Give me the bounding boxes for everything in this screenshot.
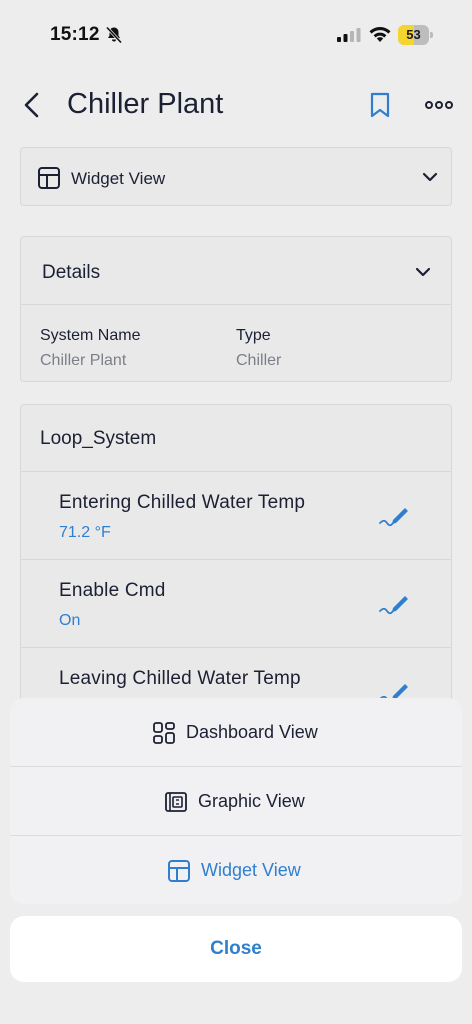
point-name: Leaving Chilled Water Temp (59, 668, 301, 689)
system-name-value: Chiller Plant (40, 352, 127, 369)
bell-muted-icon (105, 26, 123, 44)
type-value: Chiller (236, 352, 282, 369)
view-action-sheet: Dashboard View Graphic View Widget View (10, 698, 462, 904)
widget-view-option[interactable]: Widget View (10, 836, 462, 904)
dashboard-icon (153, 721, 175, 744)
point-row[interactable]: Entering Chilled Water Temp 71.2 °F (21, 472, 451, 560)
graphic-view-option[interactable]: Graphic View (10, 767, 462, 836)
bookmark-icon[interactable] (366, 90, 394, 120)
back-icon[interactable] (16, 88, 46, 122)
point-value: 71.2 °F (59, 524, 111, 541)
widget-icon (38, 167, 60, 189)
close-button[interactable]: Close (10, 916, 462, 982)
point-name: Entering Chilled Water Temp (59, 492, 306, 513)
edit-pen-icon[interactable] (379, 590, 411, 616)
cellular-signal-icon (337, 28, 361, 42)
widget-icon (168, 859, 190, 882)
view-selector[interactable]: Widget View (20, 147, 452, 206)
more-options-icon[interactable] (424, 96, 454, 114)
battery-level: 53 (406, 27, 421, 42)
details-title: Details (42, 262, 101, 283)
dashboard-view-label: Dashboard View (186, 722, 318, 742)
status-time: 15:12 (50, 24, 100, 45)
view-selector-label: Widget View (71, 169, 166, 188)
details-card: Details System Name Chiller Plant Type C… (20, 236, 452, 382)
dashboard-view-option[interactable]: Dashboard View (10, 698, 462, 767)
type-label: Type (236, 327, 271, 344)
point-value: On (59, 612, 81, 629)
loop-system-card: Loop_System Entering Chilled Water Temp … (20, 404, 452, 734)
loop-system-title: Loop_System (40, 428, 157, 449)
point-row[interactable]: Enable Cmd On (21, 560, 451, 648)
details-header[interactable]: Details (21, 237, 451, 305)
battery-icon: 53 (398, 25, 434, 45)
widget-view-label: Widget View (201, 860, 301, 880)
point-name: Enable Cmd (59, 580, 166, 601)
graphic-view-label: Graphic View (198, 791, 305, 811)
page-title: Chiller Plant (67, 88, 224, 120)
close-label: Close (210, 938, 262, 959)
wifi-icon (369, 26, 391, 42)
loop-system-header: Loop_System (21, 405, 451, 472)
graphic-icon (165, 791, 187, 812)
system-name-label: System Name (40, 327, 141, 344)
chevron-down-icon (422, 172, 438, 182)
chevron-down-icon (415, 267, 431, 277)
edit-pen-icon[interactable] (379, 502, 411, 528)
